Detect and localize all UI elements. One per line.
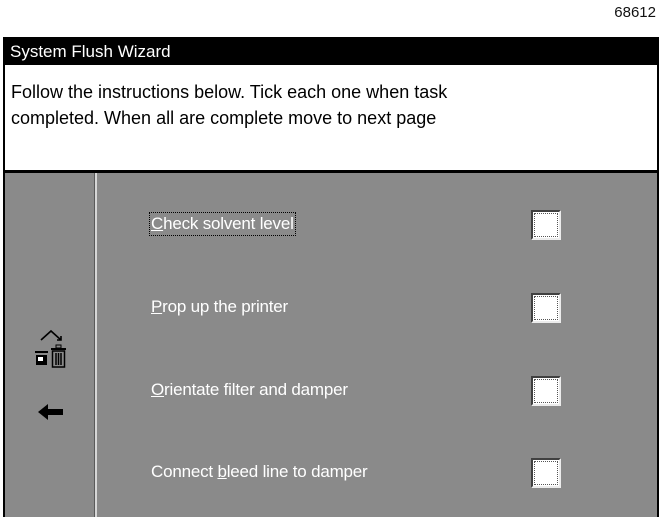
task-label-check-solvent-level[interactable]: Check solvent level	[149, 212, 296, 236]
checkbox-check-solvent-level[interactable]	[531, 210, 561, 240]
figure-id: 68612	[614, 4, 656, 21]
task-label-prop-up-printer[interactable]: Prop up the printer	[151, 297, 288, 317]
window-title: System Flush Wizard	[5, 39, 657, 65]
instructions-line-1: Follow the instructions below. Tick each…	[11, 82, 448, 102]
back-arrow-icon[interactable]	[5, 399, 97, 425]
task-label-orientate-filter[interactable]: Orientate filter and damper	[151, 380, 348, 400]
navigation-panel	[5, 173, 97, 517]
checkbox-orientate-filter[interactable]	[531, 376, 561, 406]
task-row-check-solvent-level: Check solvent level	[97, 206, 657, 246]
task-row-orientate-filter: Orientate filter and damper	[97, 372, 657, 412]
delete-icon[interactable]	[5, 341, 97, 371]
instructions-line-2: completed. When all are complete move to…	[11, 108, 437, 128]
task-row-prop-up-printer: Prop up the printer	[97, 289, 657, 329]
task-label-connect-bleed-line[interactable]: Connect bleed line to damper	[151, 462, 368, 482]
instructions-box: Follow the instructions below. Tick each…	[5, 65, 657, 173]
content-area: Check solvent level Prop up the printer …	[5, 173, 657, 517]
system-flush-wizard-window: System Flush Wizard Follow the instructi…	[3, 37, 659, 517]
checkbox-connect-bleed-line[interactable]	[531, 458, 561, 488]
task-row-connect-bleed-line: Connect bleed line to damper	[97, 454, 657, 494]
checkbox-prop-up-printer[interactable]	[531, 293, 561, 323]
